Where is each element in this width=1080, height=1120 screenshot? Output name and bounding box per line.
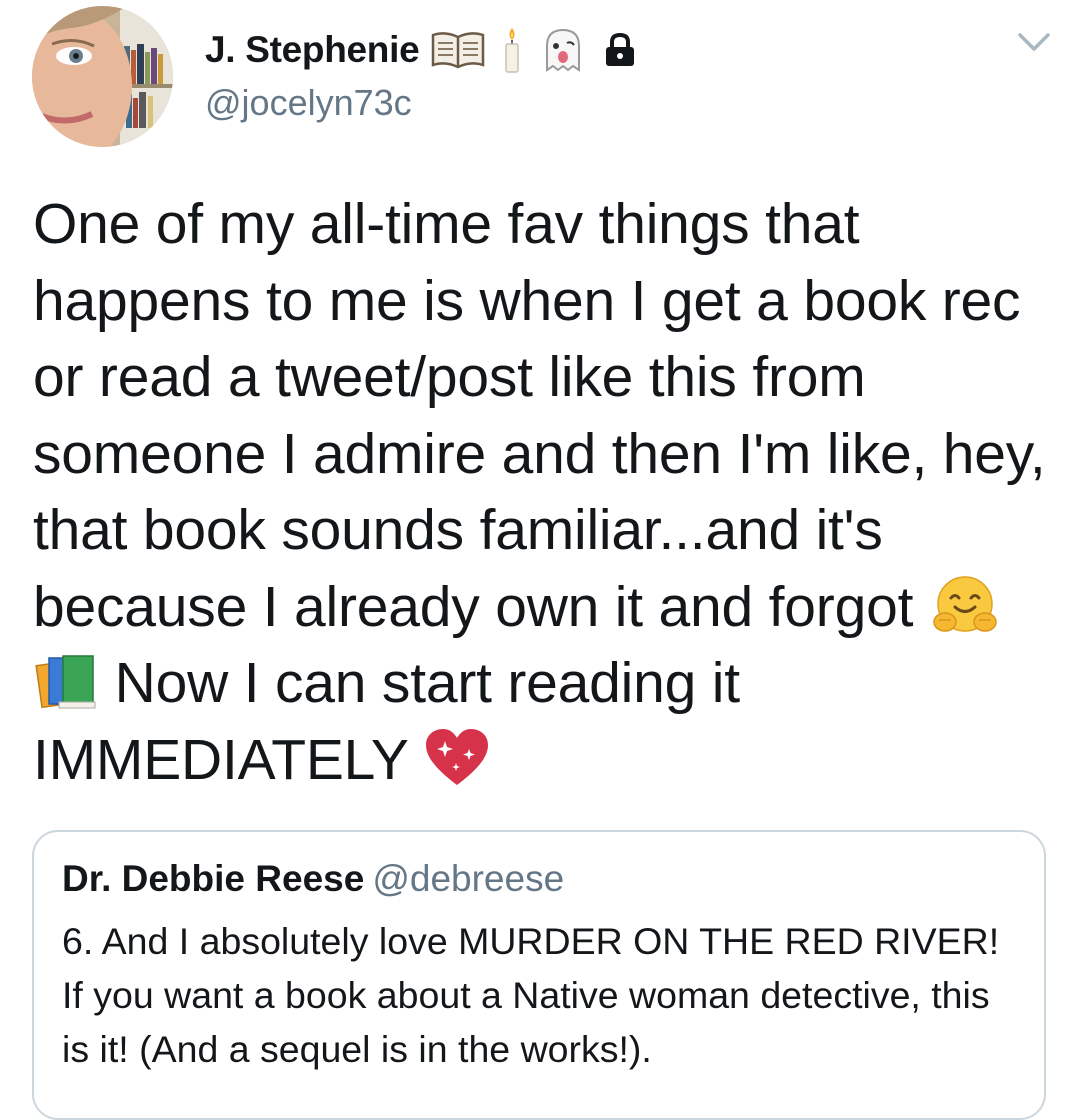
tweet-text-part-1: One of my all-time fav things that happe… xyxy=(33,192,1046,639)
hugging-face-icon xyxy=(929,574,1001,636)
avatar-photo xyxy=(32,6,173,147)
quoted-tweet-card[interactable]: Dr. Debbie Reese @debreese 6. And I absol… xyxy=(32,830,1046,1120)
quoted-tweet-header: Dr. Debbie Reese @debreese xyxy=(62,858,564,900)
display-name-row: J. Stephenie xyxy=(205,24,653,76)
author-handle[interactable]: @jocelyn73c xyxy=(205,82,653,124)
avatar[interactable] xyxy=(32,6,173,147)
lock-icon xyxy=(603,32,637,68)
quoted-author-handle[interactable]: @debreese xyxy=(372,858,564,899)
ghost-icon xyxy=(539,26,587,74)
chevron-down-icon xyxy=(1018,33,1050,51)
name-emoji-group xyxy=(431,26,653,74)
candle-icon xyxy=(501,26,523,74)
display-name[interactable]: J. Stephenie xyxy=(205,29,420,71)
more-options-button[interactable] xyxy=(1014,28,1054,56)
books-icon xyxy=(33,650,99,712)
open-book-icon xyxy=(431,31,485,69)
tweet-text-part-2: Now I can start reading it IMMEDIATELY xyxy=(33,651,740,792)
quoted-author-name[interactable]: Dr. Debbie Reese xyxy=(62,858,364,899)
quoted-tweet-text: 6. And I absolutely love MURDER ON THE R… xyxy=(62,920,1000,1070)
tweet-text: One of my all-time fav things that happe… xyxy=(33,186,1053,798)
sparkling-heart-icon xyxy=(423,727,491,789)
tweet-author: J. Stephenie @jocelyn73c xyxy=(205,24,653,124)
